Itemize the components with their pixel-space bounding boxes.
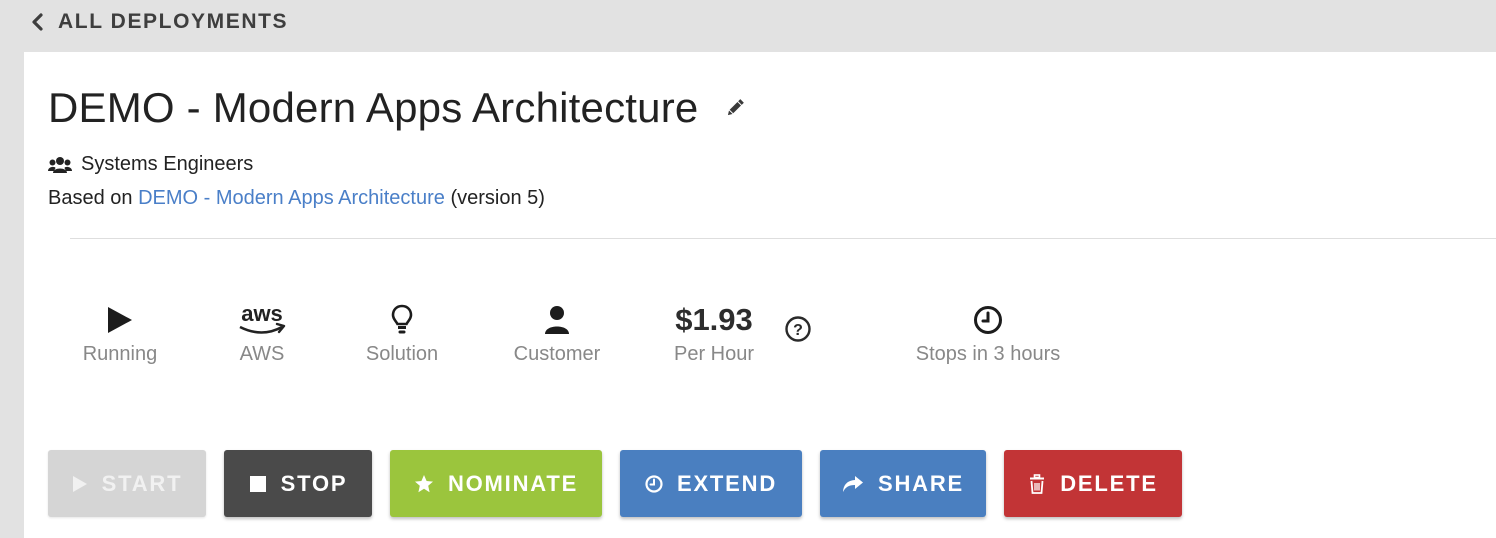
stat-type: Solution: [358, 300, 446, 366]
based-on-prefix: Based on: [48, 187, 133, 209]
clock-icon: [974, 306, 1002, 334]
user-icon: [545, 306, 569, 334]
stop-square-icon: [249, 475, 266, 492]
delete-button-label: DELETE: [1060, 470, 1158, 496]
stat-schedule: Stops in 3 hours: [902, 300, 1074, 366]
nominate-button[interactable]: NOMINATE: [390, 450, 602, 517]
stat-audience: Customer: [504, 300, 610, 366]
pencil-icon[interactable]: [724, 97, 746, 119]
star-icon: [414, 474, 433, 492]
play-icon: [108, 307, 132, 333]
chevron-left-icon: [32, 13, 43, 31]
team-row: Systems Engineers: [48, 153, 253, 176]
title-row: DEMO - Modern Apps Architecture: [48, 84, 746, 132]
share-button-label: SHARE: [877, 470, 964, 496]
extend-button-label: EXTEND: [676, 470, 778, 496]
svg-text:?: ?: [793, 322, 803, 339]
clock-icon: [645, 474, 663, 493]
nominate-button-label: NOMINATE: [447, 470, 579, 496]
based-on-version: (version 5): [450, 187, 545, 209]
back-to-deployments-link[interactable]: ALL DEPLOYMENTS: [30, 10, 288, 34]
svg-text:aws: aws: [241, 302, 283, 326]
type-label: Solution: [365, 343, 439, 365]
provider-label: AWS: [239, 343, 285, 365]
top-nav-bar: ALL DEPLOYMENTS: [0, 0, 1496, 52]
audience-label: Customer: [513, 343, 601, 365]
back-link-label: ALL DEPLOYMENTS: [58, 10, 289, 33]
schedule-label: Stops in 3 hours: [915, 343, 1061, 365]
section-divider: [70, 238, 1496, 239]
price-unit-label: Per Hour: [673, 343, 755, 365]
trash-icon: [1030, 473, 1045, 494]
question-circle-icon[interactable]: ?: [785, 316, 811, 342]
price-value: $1.93: [675, 302, 753, 337]
stat-cost: $1.93 Per Hour: [664, 300, 764, 366]
start-button[interactable]: START: [48, 450, 206, 517]
team-name: Systems Engineers: [81, 153, 254, 175]
share-arrow-icon: [842, 475, 863, 492]
extend-button[interactable]: EXTEND: [620, 450, 802, 517]
based-on-template-link[interactable]: DEMO - Modern Apps Architecture: [138, 187, 445, 209]
delete-button[interactable]: DELETE: [1004, 450, 1182, 517]
stop-button[interactable]: STOP: [224, 450, 372, 517]
based-on-row: Based on DEMO - Modern Apps Architecture…: [48, 187, 545, 210]
stop-button-label: STOP: [280, 470, 348, 496]
lightbulb-icon: [391, 304, 413, 334]
status-label: Running: [82, 343, 158, 365]
deployment-panel: DEMO - Modern Apps Architecture Systems …: [24, 52, 1496, 538]
aws-logo-icon: aws: [239, 302, 286, 334]
play-icon: [72, 475, 87, 492]
users-icon: [48, 156, 72, 173]
share-button[interactable]: SHARE: [820, 450, 986, 517]
stat-status: Running: [80, 300, 160, 366]
start-button-label: START: [101, 470, 183, 496]
stat-provider: aws AWS: [226, 300, 298, 366]
page-title: DEMO - Modern Apps Architecture: [48, 84, 699, 131]
